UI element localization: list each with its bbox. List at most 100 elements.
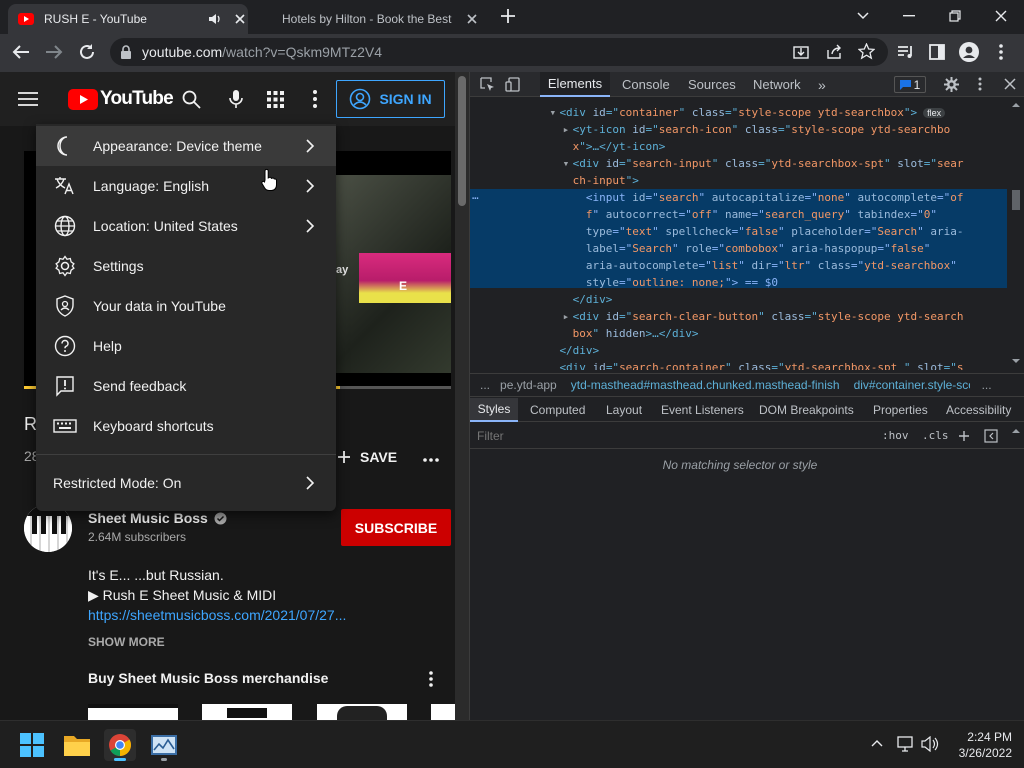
merch-menu-button[interactable]	[429, 671, 433, 687]
expand-triangle-open-icon[interactable]: ▾	[549, 104, 556, 121]
tab-search-button[interactable]	[840, 0, 886, 32]
profile-button[interactable]	[959, 42, 979, 62]
bookmark-button[interactable]	[858, 43, 875, 60]
channel-name[interactable]: Sheet Music Boss	[88, 510, 227, 526]
menu-item-send-feedback[interactable]: Send feedback	[36, 366, 336, 406]
dom-line-selected[interactable]: type="text" spellcheck="false" placehold…	[586, 223, 964, 240]
selected-node-ellipsis[interactable]: …	[472, 189, 479, 202]
dom-line-selected[interactable]: f" autocorrect="off" name="search_query"…	[586, 206, 937, 223]
tab-accessibility[interactable]: Accessibility	[946, 398, 1011, 422]
install-app-button[interactable]	[793, 44, 809, 60]
dom-tree-scrollbar[interactable]	[1009, 98, 1023, 368]
resource-monitor-button[interactable]	[148, 729, 180, 761]
menu-item-language[interactable]: Language: English	[36, 166, 336, 206]
address-bar[interactable]: youtube.com/watch?v=Qskm9MTz2V4	[110, 38, 888, 66]
flex-badge[interactable]: flex	[923, 108, 946, 118]
breadcrumb-item[interactable]: ...	[480, 378, 490, 392]
merch-item[interactable]	[88, 704, 178, 720]
voice-search-button[interactable]	[229, 89, 243, 109]
breadcrumb-item[interactable]: ...	[982, 378, 992, 392]
tab-layout[interactable]: Layout	[606, 398, 642, 422]
browser-tab-active[interactable]: RUSH E - YouTube	[8, 4, 248, 34]
more-tabs-button[interactable]: »	[818, 72, 826, 97]
dom-line-selected[interactable]: <input id="search" autocapitalize="none"…	[586, 189, 964, 206]
dom-line[interactable]: ch-input">	[573, 172, 639, 189]
toggle-sidebar-icon[interactable]	[984, 429, 998, 443]
dom-line[interactable]: x">…</yt-icon>	[573, 138, 666, 155]
tab-elements[interactable]: Elements	[540, 72, 610, 97]
scrollbar-thumb[interactable]	[458, 76, 466, 206]
add-style-rule-icon[interactable]	[958, 430, 971, 443]
tab-computed[interactable]: Computed	[530, 398, 585, 422]
show-more-button[interactable]: SHOW MORE	[88, 635, 165, 649]
audio-playing-icon[interactable]	[208, 13, 222, 25]
menu-item-settings[interactable]: Settings	[36, 246, 336, 286]
settings-menu-button[interactable]	[313, 90, 317, 108]
chrome-menu-button[interactable]	[999, 44, 1003, 60]
close-tab-icon[interactable]	[466, 13, 478, 25]
dom-line-selected[interactable]: aria-autocomplete="list" dir="ltr" class…	[586, 257, 957, 274]
tab-network[interactable]: Network	[753, 72, 801, 97]
subscribe-button[interactable]: SUBSCRIBE	[341, 509, 451, 546]
page-scrollbar[interactable]	[455, 72, 469, 720]
breadcrumb-item[interactable]: pe.ytd-app	[500, 378, 557, 392]
dom-line[interactable]: box" hidden>…</div>	[573, 325, 699, 342]
description-link[interactable]: https://sheetmusicboss.com/2021/07/27...	[88, 607, 346, 623]
sign-in-button[interactable]: SIGN IN	[336, 80, 445, 118]
merch-item[interactable]	[317, 704, 407, 720]
tab-dom-breakpoints[interactable]: DOM Breakpoints	[759, 398, 854, 422]
dom-line[interactable]: ▸ <div id="search-clear-button" class="st…	[563, 308, 964, 325]
guide-button[interactable]	[18, 91, 38, 107]
network-icon[interactable]	[897, 736, 915, 752]
scrollbar-thumb[interactable]	[1012, 190, 1020, 210]
dom-line-selected[interactable]: style="outline: none;"> == $0	[586, 274, 778, 291]
menu-item-appearance[interactable]: Appearance: Device theme	[36, 126, 336, 166]
merch-item[interactable]	[431, 704, 455, 720]
menu-item-help[interactable]: Help	[36, 326, 336, 366]
devtools-menu-button[interactable]	[978, 77, 982, 91]
menu-item-keyboard-shortcuts[interactable]: Keyboard shortcuts	[36, 406, 336, 446]
start-button[interactable]	[16, 729, 48, 761]
youtube-logo[interactable]: YouTube	[68, 88, 174, 110]
expand-triangle-closed-icon[interactable]: ▸	[563, 121, 570, 138]
dom-line-selected[interactable]: label="Search" role="combobox" aria-hasp…	[586, 240, 930, 257]
save-button[interactable]: SAVE	[338, 449, 397, 465]
share-button[interactable]	[826, 44, 842, 60]
dom-tree[interactable]: … ▾ <div id="container" class="style-scop…	[470, 98, 1024, 370]
menu-item-location[interactable]: Location: United States	[36, 206, 336, 246]
tab-console[interactable]: Console	[622, 72, 670, 97]
tab-styles[interactable]: Styles	[470, 398, 518, 422]
issues-badge[interactable]: 1	[894, 76, 926, 93]
breadcrumb-item[interactable]: ytd-masthead#masthead.chunked.masthead-f…	[571, 378, 840, 392]
tab-sources[interactable]: Sources	[688, 72, 736, 97]
dom-line[interactable]: ▸ <yt-icon id="search-icon" class="style-…	[563, 121, 951, 138]
close-devtools-button[interactable]	[1004, 78, 1016, 90]
apps-button[interactable]	[267, 91, 284, 108]
merch-item[interactable]	[202, 704, 292, 720]
minimize-button[interactable]	[886, 0, 932, 32]
channel-avatar[interactable]	[24, 504, 72, 552]
expand-triangle-closed-icon[interactable]: ▸	[563, 308, 570, 325]
tab-properties[interactable]: Properties	[873, 398, 928, 422]
search-button[interactable]	[182, 90, 201, 109]
volume-icon[interactable]	[921, 736, 939, 752]
more-actions-button[interactable]	[423, 458, 439, 462]
dom-line[interactable]: ▾ <div id="search-input" class="ytd-searc…	[563, 155, 964, 172]
restore-button[interactable]	[932, 0, 978, 32]
inspect-element-button[interactable]	[480, 77, 495, 92]
forward-button[interactable]	[45, 44, 63, 60]
file-explorer-button[interactable]	[61, 729, 93, 761]
breadcrumb-item[interactable]: div#container.style-scope.y	[854, 378, 970, 392]
tab-event-listeners[interactable]: Event Listeners	[661, 398, 744, 422]
dom-line[interactable]: </div>	[573, 291, 613, 308]
menu-item-restricted-mode[interactable]: Restricted Mode: On	[36, 463, 336, 503]
dom-line[interactable]: </div>	[559, 342, 599, 359]
reload-button[interactable]	[78, 43, 96, 61]
show-hidden-icons-icon[interactable]	[871, 739, 883, 747]
dom-line[interactable]: ▾ <div id="container" class="style-scope …	[549, 104, 946, 121]
chrome-taskbar-button[interactable]	[104, 729, 136, 761]
close-window-button[interactable]	[978, 0, 1024, 32]
expand-triangle-open-icon[interactable]: ▾	[563, 155, 570, 172]
side-panel-button[interactable]	[929, 44, 945, 60]
styles-filter-input[interactable]	[470, 425, 874, 447]
